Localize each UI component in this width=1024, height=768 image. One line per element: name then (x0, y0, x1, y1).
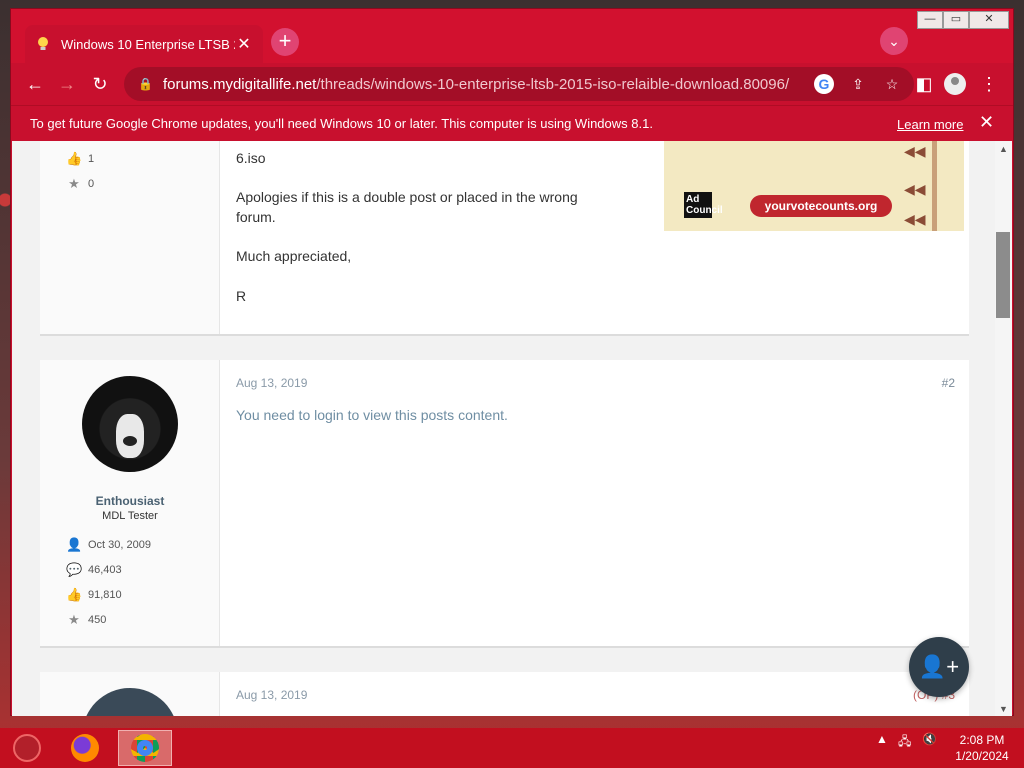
profile-avatar-icon[interactable] (944, 73, 966, 95)
message-icon: 💬 (66, 562, 83, 577)
maximize-button[interactable]: ▭ (943, 11, 969, 29)
share-icon[interactable]: ⇪ (848, 74, 868, 94)
username-link[interactable]: Enthousiast (40, 494, 220, 508)
ad-edge (932, 141, 937, 231)
taskbar-firefox[interactable] (58, 730, 112, 766)
volume-muted-icon[interactable]: 🔇 (922, 732, 937, 746)
post-date[interactable]: Aug 13, 2019 (236, 376, 307, 390)
close-window-button[interactable]: ✕ (969, 11, 1009, 29)
post-3: Aug 13, 2019 (OP) #3 (40, 672, 969, 716)
user-avatar[interactable] (82, 376, 178, 472)
post-date[interactable]: Aug 13, 2019 (236, 688, 307, 702)
minimize-button[interactable]: — (917, 11, 943, 29)
scroll-up-icon[interactable]: ▲ (999, 144, 1008, 154)
infobar-close-icon[interactable]: ✕ (979, 112, 994, 133)
post-2-sidebar: Enthousiast MDL Tester 👤 Oct 30, 2009 💬 … (40, 360, 220, 646)
url-domain: forums.mydigitallife.net (162, 75, 317, 93)
clock-date: 1/20/2024 (955, 749, 1009, 763)
scrollbar[interactable]: ▲ ▼ (995, 141, 1012, 716)
post-1-sidebar: 👍 1 ★ 0 (40, 141, 220, 334)
arrow-icon: ◀◀ (904, 143, 926, 159)
forward-arrow-icon[interactable]: → (51, 68, 83, 100)
tray-expand-icon[interactable]: ▲ (876, 732, 888, 746)
star-icon: ★ (68, 612, 80, 627)
page-content: 👍 1 ★ 0 6.iso Apologies if this is a dou… (12, 141, 995, 716)
infobar-message: To get future Google Chrome updates, you… (30, 116, 653, 131)
thumbs-up-icon: 👍 (66, 151, 83, 166)
thumbs-up-icon: 👍 (66, 587, 83, 602)
reload-icon[interactable]: ↻ (84, 68, 116, 100)
locked-content-message: You need to login to view this posts con… (236, 407, 508, 423)
likes-count: 91,810 (88, 589, 122, 601)
tab-search-button[interactable]: ⌄ (880, 27, 908, 55)
user-icon: 👤 (66, 537, 83, 552)
start-button[interactable] (0, 730, 54, 766)
post-text-line: 6.iso (236, 150, 266, 166)
clock-time: 2:08 PM (959, 733, 1005, 747)
taskbar: ▲ 🖧 🔇 2:08 PM 1/20/2024 (0, 728, 1024, 768)
network-icon[interactable]: 🖧 (898, 732, 911, 753)
post-2: Enthousiast MDL Tester 👤 Oct 30, 2009 💬 … (40, 360, 969, 648)
star-icon: ★ (68, 176, 80, 191)
ad-council-logo: Ad Council (684, 192, 723, 218)
chrome-icon (131, 734, 159, 762)
post-text-line: R (236, 288, 247, 304)
likes-stat: 👍 91,810 (66, 587, 122, 603)
scroll-down-icon[interactable]: ▼ (999, 704, 1008, 714)
points-count: 450 (88, 614, 107, 626)
joined-date: Oct 30, 2009 (88, 539, 151, 551)
messages-count: 46,403 (88, 564, 122, 576)
post-text-line: Much appreciated, (236, 248, 352, 264)
lock-icon: 🔒 (138, 77, 153, 91)
tab-close-icon[interactable]: ✕ (235, 34, 253, 54)
system-clock[interactable]: 2:08 PM 1/20/2024 (952, 732, 1012, 764)
ad-banner[interactable]: Ad Council yourvotecounts.org ◀◀ ◀◀ ◀◀ (664, 141, 964, 231)
arrow-icon: ◀◀ (904, 181, 926, 197)
google-lens-icon[interactable]: G (814, 74, 834, 94)
scrollbar-thumb[interactable] (996, 232, 1010, 318)
lightbulb-icon (35, 36, 51, 52)
update-infobar: To get future Google Chrome updates, you… (11, 105, 1013, 141)
post-1: 👍 1 ★ 0 6.iso Apologies if this is a dou… (40, 141, 969, 336)
taskbar-chrome[interactable] (118, 730, 172, 766)
browser-window: Windows 10 Enterprise LTSB 201 ✕ + ⌄ — ▭… (10, 8, 1014, 716)
user-avatar[interactable] (82, 688, 178, 716)
messages-stat: 💬 46,403 (66, 562, 122, 578)
post-text-line: Apologies if this is a double post or pl… (236, 189, 578, 205)
arrow-icon: ◀◀ (904, 211, 926, 227)
ad-cta[interactable]: yourvotecounts.org (750, 195, 892, 217)
toolbar: ← → ↻ 🔒 forums.mydigitallife.net/threads… (11, 63, 1013, 105)
tab-title: Windows 10 Enterprise LTSB 201 (61, 36, 235, 52)
address-bar[interactable]: 🔒 forums.mydigitallife.net/threads/windo… (124, 67, 914, 101)
likes-stat: 👍 1 (66, 151, 94, 167)
post-text-line: forum. (236, 209, 276, 225)
firefox-icon (71, 734, 99, 762)
back-arrow-icon[interactable]: ← (19, 68, 51, 100)
add-user-icon[interactable]: 👤+ (909, 637, 969, 697)
tab-strip: Windows 10 Enterprise LTSB 201 ✕ + ⌄ — ▭… (11, 9, 1013, 63)
user-role: MDL Tester (102, 510, 158, 522)
post-number[interactable]: #2 (942, 376, 955, 390)
start-icon (13, 734, 41, 762)
new-tab-button[interactable]: + (271, 28, 299, 56)
points-stat: ★ 450 (66, 612, 106, 628)
points-count: 0 (88, 178, 95, 190)
likes-count: 1 (88, 153, 95, 165)
url-path: /threads/windows-10-enterprise-ltsb-2015… (316, 75, 790, 93)
joined-stat: 👤 Oct 30, 2009 (66, 537, 151, 553)
menu-kebab-icon[interactable]: ⋮ (973, 68, 1005, 100)
bookmark-star-icon[interactable]: ☆ (882, 74, 902, 94)
learn-more-link[interactable]: Learn more (897, 117, 963, 132)
points-stat: ★ 0 (66, 176, 94, 192)
post-3-sidebar (40, 672, 220, 716)
sidebar-icon[interactable]: ◧ (908, 68, 940, 100)
tab-active[interactable]: Windows 10 Enterprise LTSB 201 ✕ (25, 25, 263, 63)
